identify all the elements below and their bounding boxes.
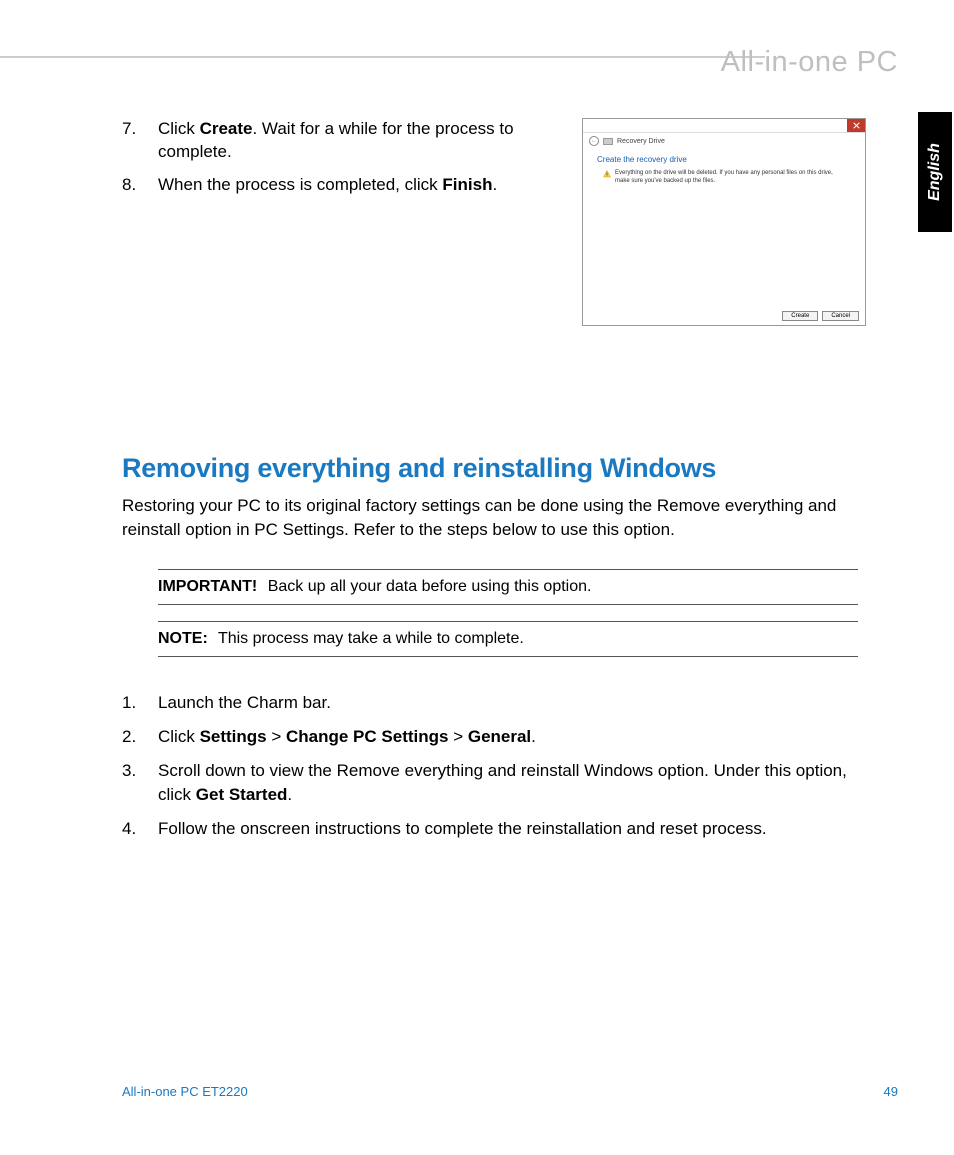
- drive-icon: [603, 138, 613, 145]
- callout-note: NOTE: This process may take a while to c…: [158, 621, 858, 657]
- step-text: When the process is completed, click Fin…: [158, 174, 552, 197]
- callout-text: Back up all your data before using this …: [268, 578, 592, 595]
- cancel-button[interactable]: Cancel: [822, 311, 859, 321]
- step-2: 2. Click Settings > Change PC Settings >…: [122, 725, 862, 749]
- t: Change PC Settings: [286, 727, 448, 746]
- back-arrow-icon[interactable]: ←: [589, 136, 599, 146]
- step-4: 4. Follow the onscreen instructions to c…: [122, 817, 862, 841]
- header-product-title: All-in-one PC: [721, 46, 898, 79]
- t: .: [531, 727, 536, 746]
- warning-icon: [603, 170, 611, 178]
- step-post: .: [492, 175, 497, 194]
- dialog-warning: Everything on the drive will be deleted.…: [583, 168, 865, 187]
- step-text: Click Settings > Change PC Settings > Ge…: [158, 725, 862, 749]
- callout-text: This process may take a while to complet…: [218, 630, 524, 647]
- step-pre: When the process is completed, click: [158, 175, 442, 194]
- callout-label: IMPORTANT!: [158, 578, 257, 595]
- dialog-heading: Create the recovery drive: [583, 149, 865, 168]
- recovery-drive-screenshot: ← Recovery Drive Create the recovery dri…: [582, 118, 866, 326]
- dialog-titlebar: [583, 119, 865, 133]
- t: >: [448, 727, 467, 746]
- header-rule: [0, 56, 765, 58]
- step-bold: Finish: [442, 175, 492, 194]
- step-number: 7.: [122, 118, 158, 164]
- section-intro: Restoring your PC to its original factor…: [122, 494, 862, 542]
- t: Click: [158, 727, 200, 746]
- t: .: [287, 785, 292, 804]
- language-tab-label: English: [926, 143, 944, 201]
- footer-page-number: 49: [884, 1084, 898, 1099]
- dialog-breadcrumb: ← Recovery Drive: [583, 133, 865, 149]
- step-bold: Create: [200, 119, 253, 138]
- warning-text: Everything on the drive will be deleted.…: [615, 170, 845, 185]
- callout-important: IMPORTANT! Back up all your data before …: [158, 569, 858, 605]
- step-number: 2.: [122, 725, 158, 749]
- lower-steps-list: 1. Launch the Charm bar. 2. Click Settin…: [122, 691, 862, 840]
- page-footer: All-in-one PC ET2220 49: [122, 1084, 898, 1099]
- top-steps-list: 7. Click Create. Wait for a while for th…: [122, 118, 552, 197]
- step-7: 7. Click Create. Wait for a while for th…: [122, 118, 552, 164]
- step-3: 3. Scroll down to view the Remove everyt…: [122, 759, 862, 807]
- language-tab: English: [918, 112, 952, 232]
- step-8: 8. When the process is completed, click …: [122, 174, 552, 197]
- callout-label: NOTE:: [158, 630, 208, 647]
- step-1: 1. Launch the Charm bar.: [122, 691, 862, 715]
- step-pre: Click: [158, 119, 200, 138]
- breadcrumb-text: Recovery Drive: [617, 138, 665, 145]
- t: >: [267, 727, 286, 746]
- step-number: 1.: [122, 691, 158, 715]
- step-text: Follow the onscreen instructions to comp…: [158, 817, 862, 841]
- t: Get Started: [196, 785, 288, 804]
- footer-model: All-in-one PC ET2220: [122, 1084, 248, 1099]
- dialog-body-space: [583, 187, 865, 307]
- close-icon[interactable]: [847, 119, 865, 132]
- step-number: 8.: [122, 174, 158, 197]
- step-text: Click Create. Wait for a while for the p…: [158, 118, 552, 164]
- step-text: Launch the Charm bar.: [158, 691, 862, 715]
- t: General: [468, 727, 531, 746]
- step-number: 4.: [122, 817, 158, 841]
- create-button[interactable]: Create: [782, 311, 818, 321]
- step-text: Scroll down to view the Remove everythin…: [158, 759, 862, 807]
- t: Settings: [200, 727, 267, 746]
- step-number: 3.: [122, 759, 158, 807]
- section-heading: Removing everything and reinstalling Win…: [122, 453, 862, 484]
- dialog-footer: Create Cancel: [583, 307, 865, 325]
